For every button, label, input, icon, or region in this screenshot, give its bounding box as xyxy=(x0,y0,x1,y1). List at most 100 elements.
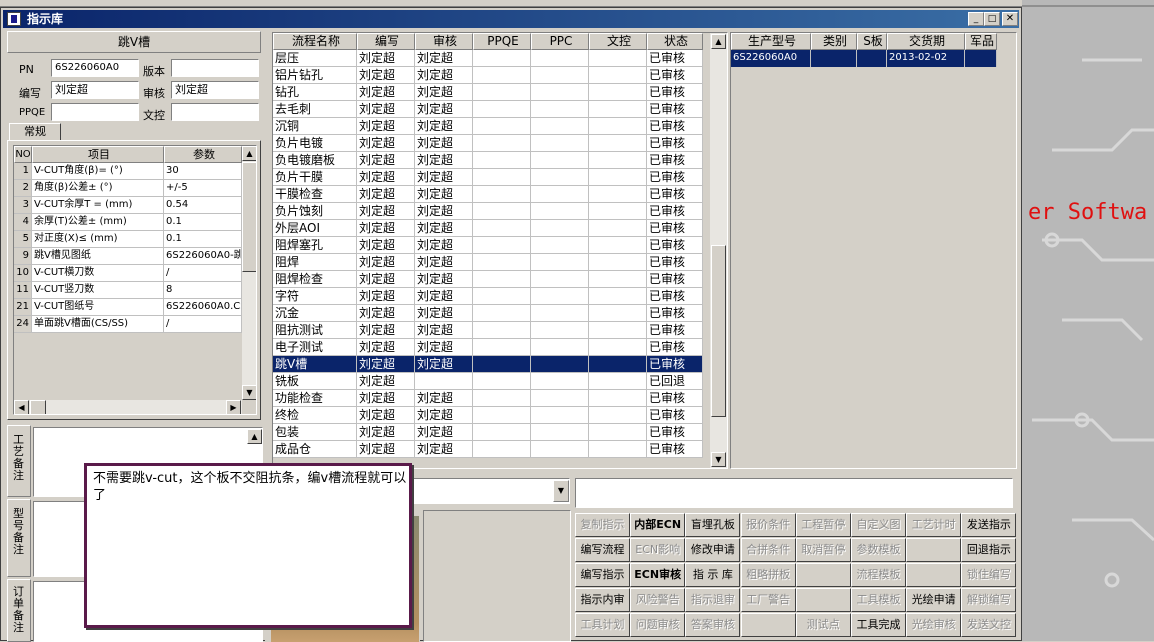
process-row[interactable]: 铝片钻孔 刘定超 刘定超 已审核 xyxy=(273,67,703,84)
button-3-3[interactable]: 工厂警告 xyxy=(740,588,796,612)
process-row[interactable]: 负片蚀刻 刘定超 刘定超 已审核 xyxy=(273,203,703,220)
process-scroll-up-icon[interactable]: ▲ xyxy=(711,34,726,49)
reviewer-field[interactable]: 刘定超 xyxy=(171,81,259,99)
process-header-doc[interactable]: 文控 xyxy=(589,33,647,50)
button-3-5[interactable]: 工具模板 xyxy=(851,588,906,612)
writer-field[interactable]: 刘定超 xyxy=(51,81,139,99)
button-0-1[interactable]: 内部ECN xyxy=(630,513,686,537)
button-3-0[interactable]: 指示内审 xyxy=(575,588,630,612)
process-row[interactable]: 钻孔 刘定超 刘定超 已审核 xyxy=(273,84,703,101)
process-header-reviewer[interactable]: 审核 xyxy=(415,33,473,50)
button-0-0[interactable]: 复制指示 xyxy=(575,513,630,537)
button-1-3[interactable]: 合拼条件 xyxy=(740,538,796,562)
params-scroll-thumb[interactable] xyxy=(242,162,256,272)
process-row[interactable]: 外层AOI 刘定超 刘定超 已审核 xyxy=(273,220,703,237)
button-4-0[interactable]: 工具计划 xyxy=(575,613,630,637)
products-header-s_board[interactable]: S板 xyxy=(857,33,887,50)
button-3-6[interactable]: 光绘申请 xyxy=(906,588,962,612)
button-4-6[interactable]: 光绘审核 xyxy=(906,613,962,637)
process-header-writer[interactable]: 编写 xyxy=(357,33,415,50)
craft-remarks-scroll-up-icon[interactable]: ▲ xyxy=(247,429,262,444)
params-header-item[interactable]: 项目 xyxy=(32,146,164,163)
minimize-button[interactable]: _ xyxy=(968,12,984,26)
products-header-category[interactable]: 类别 xyxy=(811,33,857,50)
button-2-2[interactable]: 指 示 库 xyxy=(685,563,741,587)
param-value-cell[interactable]: 6S226060A0-跳 xyxy=(164,248,242,265)
products-header-military[interactable]: 军品 xyxy=(965,33,997,50)
param-item-cell[interactable]: 单面跳V槽面(CS/SS) xyxy=(32,316,164,333)
param-value-cell[interactable]: 0.54 xyxy=(164,197,242,214)
param-value-cell[interactable]: / xyxy=(164,265,242,282)
process-row[interactable]: 终检 刘定超 刘定超 已审核 xyxy=(273,407,703,424)
param-value-cell[interactable]: 30 xyxy=(164,163,242,180)
button-0-3[interactable]: 报价条件 xyxy=(740,513,796,537)
note-input[interactable] xyxy=(575,478,1013,508)
button-0-7[interactable]: 发送指示 xyxy=(961,513,1017,537)
products-header-delivery[interactable]: 交货期 xyxy=(887,33,965,50)
process-header-status[interactable]: 状态 xyxy=(647,33,703,50)
param-no-cell[interactable]: 9 xyxy=(14,248,32,265)
blank-button-2-4[interactable] xyxy=(795,563,851,587)
param-no-cell[interactable]: 21 xyxy=(14,299,32,316)
params-header-value[interactable]: 参数 xyxy=(164,146,242,163)
param-item-cell[interactable]: 对正度(X)≤ (mm) xyxy=(32,231,164,248)
button-0-4[interactable]: 工程暂停 xyxy=(795,513,851,537)
param-value-cell[interactable]: +/-5 xyxy=(164,180,242,197)
param-item-cell[interactable]: V-CUT角度(β)= (°) xyxy=(32,163,164,180)
param-no-cell[interactable]: 5 xyxy=(14,231,32,248)
param-value-cell[interactable]: 0.1 xyxy=(164,214,242,231)
params-hscroll-thumb[interactable] xyxy=(30,400,46,414)
button-2-5[interactable]: 流程模板 xyxy=(851,563,906,587)
button-3-7[interactable]: 解锁编写 xyxy=(961,588,1017,612)
process-scroll-thumb[interactable] xyxy=(711,245,726,417)
title-bar[interactable]: 指示库 _ □ ✕ xyxy=(3,10,1019,28)
process-row[interactable]: 干膜检查 刘定超 刘定超 已审核 xyxy=(273,186,703,203)
button-1-7[interactable]: 回退指示 xyxy=(961,538,1017,562)
products-header-model[interactable]: 生产型号 xyxy=(731,33,811,50)
param-value-cell[interactable]: 8 xyxy=(164,282,242,299)
process-row[interactable]: 电子测试 刘定超 刘定超 已审核 xyxy=(273,339,703,356)
param-no-cell[interactable]: 4 xyxy=(14,214,32,231)
process-row[interactable]: 跳V槽 刘定超 刘定超 已审核 xyxy=(273,356,703,373)
version-field[interactable] xyxy=(171,59,259,77)
process-row[interactable]: 阻焊 刘定超 刘定超 已审核 xyxy=(273,254,703,271)
process-vscrollbar[interactable]: ▲ ▼ xyxy=(710,33,727,468)
process-row[interactable]: 铣板 刘定超 已回退 xyxy=(273,373,703,390)
button-4-1[interactable]: 问题审核 xyxy=(630,613,686,637)
button-3-1[interactable]: 风险警告 xyxy=(630,588,686,612)
process-scroll-down-icon[interactable]: ▼ xyxy=(711,452,726,467)
button-1-5[interactable]: 参数模板 xyxy=(851,538,906,562)
process-row[interactable]: 阻焊检查 刘定超 刘定超 已审核 xyxy=(273,271,703,288)
blank-button-2-6[interactable] xyxy=(906,563,962,587)
param-value-cell[interactable]: / xyxy=(164,316,242,333)
button-2-0[interactable]: 编写指示 xyxy=(575,563,630,587)
button-2-7[interactable]: 锁住编写 xyxy=(961,563,1017,587)
process-row[interactable]: 包装 刘定超 刘定超 已审核 xyxy=(273,424,703,441)
param-item-cell[interactable]: 角度(β)公差± (°) xyxy=(32,180,164,197)
blank-button-4-3[interactable] xyxy=(740,613,796,637)
process-row[interactable]: 去毛刺 刘定超 刘定超 已审核 xyxy=(273,101,703,118)
note-combo[interactable]: ▼ xyxy=(407,478,570,504)
process-row[interactable]: 功能检查 刘定超 刘定超 已审核 xyxy=(273,390,703,407)
params-header-no[interactable]: NO xyxy=(14,146,32,163)
button-2-3[interactable]: 粗略拼板 xyxy=(740,563,796,587)
blank-button-1-6[interactable] xyxy=(906,538,962,562)
button-4-7[interactable]: 发送文控 xyxy=(961,613,1017,637)
button-4-5[interactable]: 工具完成 xyxy=(851,613,906,637)
process-row[interactable]: 沉铜 刘定超 刘定超 已审核 xyxy=(273,118,703,135)
process-row[interactable]: 层压 刘定超 刘定超 已审核 xyxy=(273,50,703,67)
process-header-ppc[interactable]: PPC xyxy=(531,33,589,50)
param-item-cell[interactable]: V-CUT竖刀数 xyxy=(32,282,164,299)
process-row[interactable]: 负电镀磨板 刘定超 刘定超 已审核 xyxy=(273,152,703,169)
button-0-6[interactable]: 工艺计时 xyxy=(906,513,962,537)
button-0-5[interactable]: 自定义图 xyxy=(851,513,906,537)
button-2-1[interactable]: ECN审核 xyxy=(630,563,686,587)
params-scroll-up-icon[interactable]: ▲ xyxy=(242,146,256,161)
button-1-1[interactable]: ECN影响 xyxy=(630,538,686,562)
button-0-2[interactable]: 盲埋孔板 xyxy=(685,513,741,537)
process-row[interactable]: 阻焊塞孔 刘定超 刘定超 已审核 xyxy=(273,237,703,254)
product-row[interactable]: 6S226060A0 2013-02-02 xyxy=(731,50,997,67)
param-no-cell[interactable]: 1 xyxy=(14,163,32,180)
process-row[interactable]: 负片干膜 刘定超 刘定超 已审核 xyxy=(273,169,703,186)
params-vscrollbar[interactable]: ▲ ▼ xyxy=(242,146,256,400)
